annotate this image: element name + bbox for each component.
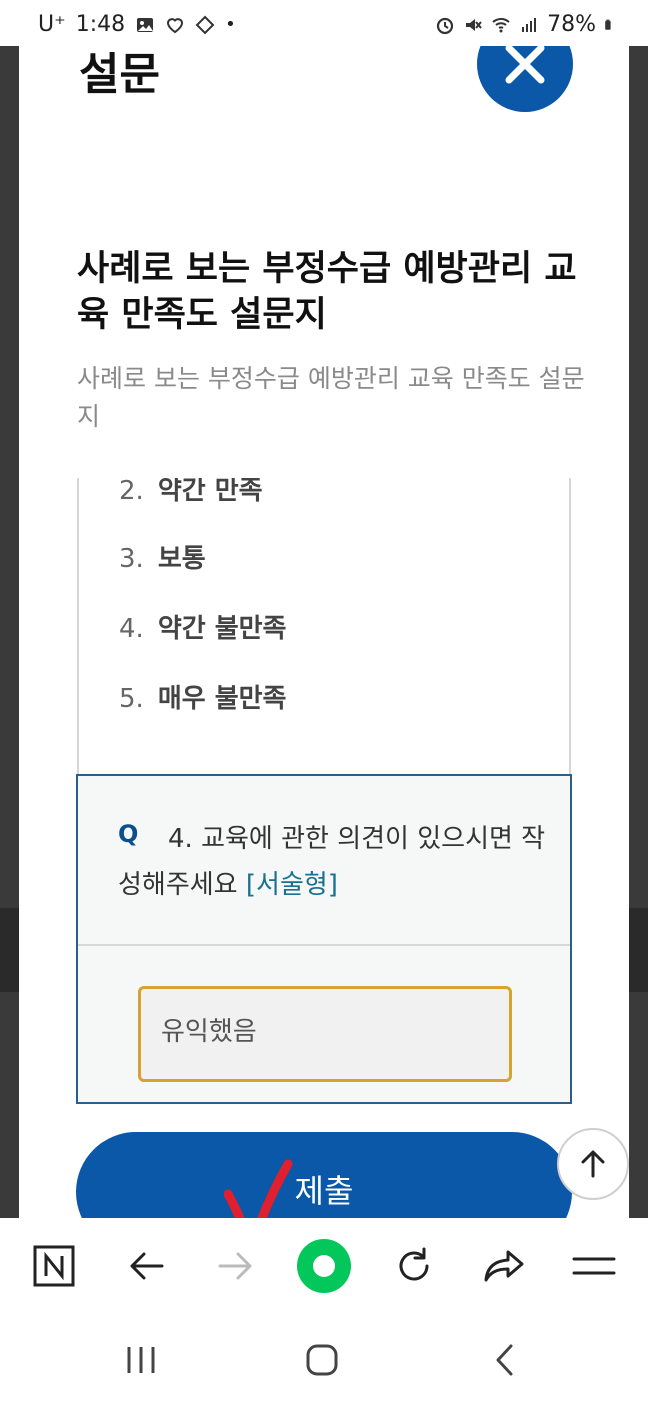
close-button[interactable]	[477, 46, 573, 112]
naver-n-icon	[33, 1245, 75, 1287]
question-box: Q 4. 교육에 관한 의견이 있으시면 작성해주세요 [서술형] 유익했음	[76, 774, 572, 1104]
option-item[interactable]: 4. 약간 불만족	[119, 608, 286, 645]
submit-label: 제출	[294, 1172, 354, 1210]
status-time: 1:48	[75, 12, 126, 37]
option-item[interactable]: 3. 보통	[119, 538, 206, 575]
survey-title: 사례로 보는 부정수급 예방관리 교육 만족도 설문지	[77, 249, 577, 335]
mute-icon	[466, 18, 482, 31]
status-bar: U⁺ 1:48 • 78%	[0, 0, 648, 50]
signal-icon	[522, 17, 537, 32]
home-icon	[306, 1344, 338, 1376]
dot-icon: •	[225, 14, 236, 35]
diamond-icon	[195, 15, 215, 34]
recent-apps-button[interactable]	[116, 1340, 166, 1380]
battery-percent: 78%	[547, 12, 596, 37]
red-checkmark-annotation	[224, 1159, 293, 1218]
gallery-icon	[137, 17, 154, 32]
forward-button[interactable]	[208, 1238, 264, 1294]
status-right: 78%	[435, 12, 616, 37]
menu-icon	[572, 1257, 616, 1275]
status-left: U⁺ 1:48 •	[38, 12, 236, 37]
system-home-button[interactable]	[297, 1340, 347, 1380]
submit-button[interactable]: 제출	[76, 1132, 572, 1218]
arrow-up-icon	[581, 1150, 605, 1178]
forward-arrow-icon	[218, 1252, 252, 1280]
share-icon	[484, 1250, 524, 1282]
question-header: Q 4. 교육에 관한 의견이 있으시면 작성해주세요 [서술형]	[78, 776, 570, 946]
refresh-icon	[399, 1247, 429, 1281]
scroll-top-button[interactable]	[557, 1128, 629, 1200]
question-text: 4. 교육에 관한 의견이 있으시면 작성해주세요 [서술형]	[118, 824, 546, 900]
share-button[interactable]	[476, 1238, 532, 1294]
survey-subtitle: 사례로 보는 부정수급 예방관리 교육 만족도 설문지	[77, 364, 585, 431]
back-button[interactable]	[118, 1238, 174, 1294]
survey-modal: 설문 사례로 보는 부정수급 예방관리 교육 만족도 설문지 사례로 보는 부정…	[19, 46, 629, 1218]
home-green-icon	[297, 1239, 351, 1293]
refresh-button[interactable]	[386, 1238, 442, 1294]
alarm-icon	[436, 17, 454, 34]
wifi-icon	[492, 17, 510, 32]
browser-toolbar	[0, 1218, 648, 1312]
options-panel: 2. 약간 만족 3. 보통 4. 약간 불만족 5. 매우 불만족	[77, 478, 571, 778]
back-arrow-icon	[130, 1252, 164, 1280]
modal-heading: 설문	[79, 49, 160, 100]
system-navigation	[0, 1312, 648, 1404]
close-icon	[505, 46, 545, 84]
option-item[interactable]: 2. 약간 만족	[119, 478, 263, 507]
option-item[interactable]: 5. 매우 불만족	[119, 678, 286, 715]
green-home-button[interactable]	[296, 1238, 352, 1294]
question-type: [서술형]	[245, 870, 338, 900]
answer-textarea[interactable]: 유익했음	[138, 986, 512, 1082]
naver-home-button[interactable]	[26, 1238, 82, 1294]
carrier-label: U⁺	[38, 12, 66, 37]
system-back-button[interactable]	[480, 1340, 530, 1380]
battery-icon	[605, 19, 611, 30]
recent-apps-icon	[127, 1347, 155, 1373]
back-icon	[496, 1344, 513, 1376]
heart-icon	[167, 17, 184, 33]
menu-button[interactable]	[566, 1238, 622, 1294]
